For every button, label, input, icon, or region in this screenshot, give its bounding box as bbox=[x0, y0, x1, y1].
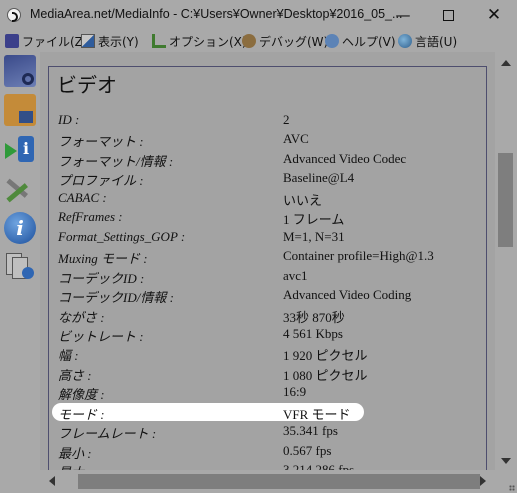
view-icon bbox=[81, 34, 95, 48]
scroll-left-icon[interactable] bbox=[49, 476, 55, 486]
scroll-up-icon[interactable] bbox=[501, 60, 511, 66]
property-label: フォーマット : bbox=[58, 134, 144, 149]
maximize-icon bbox=[442, 9, 454, 21]
view-sheet-icon[interactable] bbox=[4, 251, 36, 283]
property-value: AVC bbox=[283, 131, 309, 146]
mediainfo-app-icon bbox=[7, 8, 21, 22]
menu-language-label: 言語(U) bbox=[415, 34, 458, 49]
left-toolbar: i i bbox=[0, 52, 40, 493]
vertical-scrollbar[interactable] bbox=[495, 52, 517, 470]
property-label: ビットレート : bbox=[58, 329, 144, 344]
property-row[interactable]: フォーマット/情報 : Advanced Video Codec bbox=[52, 150, 406, 169]
property-label: コーデックID/情報 : bbox=[58, 290, 174, 305]
options-icon bbox=[152, 34, 166, 48]
minimize-button[interactable]: — bbox=[380, 0, 426, 30]
property-label: 幅 : bbox=[58, 348, 79, 363]
property-value: M=1, N=31 bbox=[283, 229, 345, 244]
property-row[interactable]: 解像度 : 16:9 bbox=[52, 383, 364, 402]
property-label: CABAC : bbox=[58, 190, 107, 205]
about-icon[interactable]: i bbox=[4, 212, 36, 244]
section-heading: ビデオ bbox=[57, 73, 117, 97]
property-label: フレームレート : bbox=[58, 426, 157, 441]
property-row[interactable]: プロファイル : Baseline@L4 bbox=[52, 169, 364, 188]
property-value: 35.341 fps bbox=[283, 423, 338, 438]
open-file-icon[interactable] bbox=[4, 55, 36, 87]
property-label: RefFrames : bbox=[58, 209, 123, 224]
property-value: 16:9 bbox=[283, 384, 307, 399]
property-label: 解像度 : bbox=[58, 387, 105, 402]
property-row[interactable]: ID : 2 bbox=[52, 111, 364, 129]
property-row[interactable]: コーデックID : avc1 bbox=[52, 267, 364, 286]
help-icon bbox=[325, 34, 339, 48]
menu-view-label: 表示(Y) bbox=[98, 34, 139, 49]
menu-bar: ファイル(Z) 表示(Y) オプション(X) デバッグ(W) ヘルプ(V) 言語… bbox=[0, 30, 517, 53]
file-icon bbox=[5, 34, 19, 48]
horizontal-scroll-thumb[interactable] bbox=[78, 474, 480, 489]
menu-debug-label: デバッグ(W) bbox=[259, 34, 329, 49]
preferences-icon[interactable] bbox=[4, 174, 36, 206]
window-title: MediaArea.net/MediaInfo - C:¥Users¥Owner… bbox=[30, 7, 403, 21]
property-label: ID : bbox=[58, 112, 80, 127]
menu-help[interactable]: ヘルプ(V) bbox=[325, 32, 396, 50]
property-row-selected[interactable]: モード : VFR モード bbox=[52, 403, 364, 422]
property-row[interactable]: 最小 : 0.567 fps bbox=[52, 442, 364, 461]
property-label: モード : bbox=[58, 407, 105, 422]
menu-language[interactable]: 言語(U) bbox=[398, 32, 457, 50]
property-row[interactable]: RefFrames : 1 フレーム bbox=[52, 208, 364, 227]
menu-options-label: オプション(X) bbox=[169, 34, 247, 49]
property-value: 0.567 fps bbox=[283, 443, 332, 458]
scroll-down-icon[interactable] bbox=[501, 458, 511, 464]
menu-help-label: ヘルプ(V) bbox=[342, 34, 396, 49]
property-row[interactable]: 幅 : 1 920 ピクセル bbox=[52, 344, 368, 363]
property-value: 4 561 Kbps bbox=[283, 326, 343, 341]
property-row[interactable]: Format_Settings_GOP : M=1, N=31 bbox=[52, 228, 364, 246]
property-value: avc1 bbox=[283, 268, 308, 283]
menu-file[interactable]: ファイル(Z) bbox=[5, 32, 88, 50]
property-value: 2 bbox=[283, 112, 290, 127]
export-icon[interactable]: i bbox=[4, 134, 36, 166]
menu-view[interactable]: 表示(Y) bbox=[81, 32, 139, 50]
mediainfo-window: MediaArea.net/MediaInfo - C:¥Users¥Owner… bbox=[0, 0, 517, 493]
property-row[interactable]: フォーマット : AVC bbox=[52, 130, 364, 149]
title-bar[interactable]: MediaArea.net/MediaInfo - C:¥Users¥Owner… bbox=[0, 0, 517, 30]
debug-icon bbox=[242, 34, 256, 48]
property-value: Advanced Video Coding bbox=[283, 287, 412, 302]
vertical-scroll-thumb[interactable] bbox=[498, 153, 513, 247]
property-value: Advanced Video Codec bbox=[283, 151, 407, 166]
property-row[interactable]: ながさ : 33秒 870秒 bbox=[52, 306, 364, 325]
property-label: コーデックID : bbox=[58, 271, 145, 286]
menu-file-label: ファイル(Z) bbox=[22, 34, 88, 49]
property-value: Container profile=High@1.3 bbox=[283, 248, 434, 263]
language-icon bbox=[398, 34, 412, 48]
property-row[interactable]: コーデックID/情報 : Advanced Video Coding bbox=[52, 286, 411, 305]
property-label: ながさ : bbox=[58, 310, 105, 325]
property-value: いいえ bbox=[283, 193, 323, 208]
property-row[interactable]: CABAC : いいえ bbox=[52, 189, 364, 208]
property-label: プロファイル : bbox=[58, 173, 144, 188]
menu-debug[interactable]: デバッグ(W) bbox=[242, 32, 328, 50]
property-row[interactable]: フレームレート : 35.341 fps bbox=[52, 422, 364, 441]
horizontal-scrollbar[interactable] bbox=[40, 470, 495, 493]
close-button[interactable]: ✕ bbox=[471, 0, 517, 30]
scroll-right-icon[interactable] bbox=[480, 476, 486, 486]
property-row[interactable]: ビットレート : 4 561 Kbps bbox=[52, 325, 364, 344]
export-arrow bbox=[5, 143, 17, 159]
resize-grip-icon[interactable] bbox=[509, 485, 515, 491]
property-label: Format_Settings_GOP : bbox=[58, 229, 186, 244]
property-value: 1 フレーム bbox=[283, 212, 345, 227]
property-label: 高さ : bbox=[58, 368, 92, 383]
property-label: フォーマット/情報 : bbox=[58, 154, 174, 169]
property-label: Muxing モード : bbox=[58, 251, 148, 266]
open-folder-icon[interactable] bbox=[4, 94, 36, 126]
property-value: 33秒 870秒 bbox=[283, 310, 345, 325]
property-value: Baseline@L4 bbox=[283, 170, 355, 185]
maximize-button[interactable] bbox=[425, 0, 471, 30]
property-row[interactable]: Muxing モード : Container profile=High@1.3 bbox=[52, 247, 434, 266]
menu-options[interactable]: オプション(X) bbox=[152, 32, 247, 50]
property-value: VFR モード bbox=[283, 407, 351, 422]
property-row[interactable]: 高さ : 1 080 ピクセル bbox=[52, 364, 368, 383]
property-value: 1 080 ピクセル bbox=[283, 368, 368, 383]
property-value: 1 920 ピクセル bbox=[283, 348, 368, 363]
property-label: 最小 : bbox=[58, 446, 92, 461]
